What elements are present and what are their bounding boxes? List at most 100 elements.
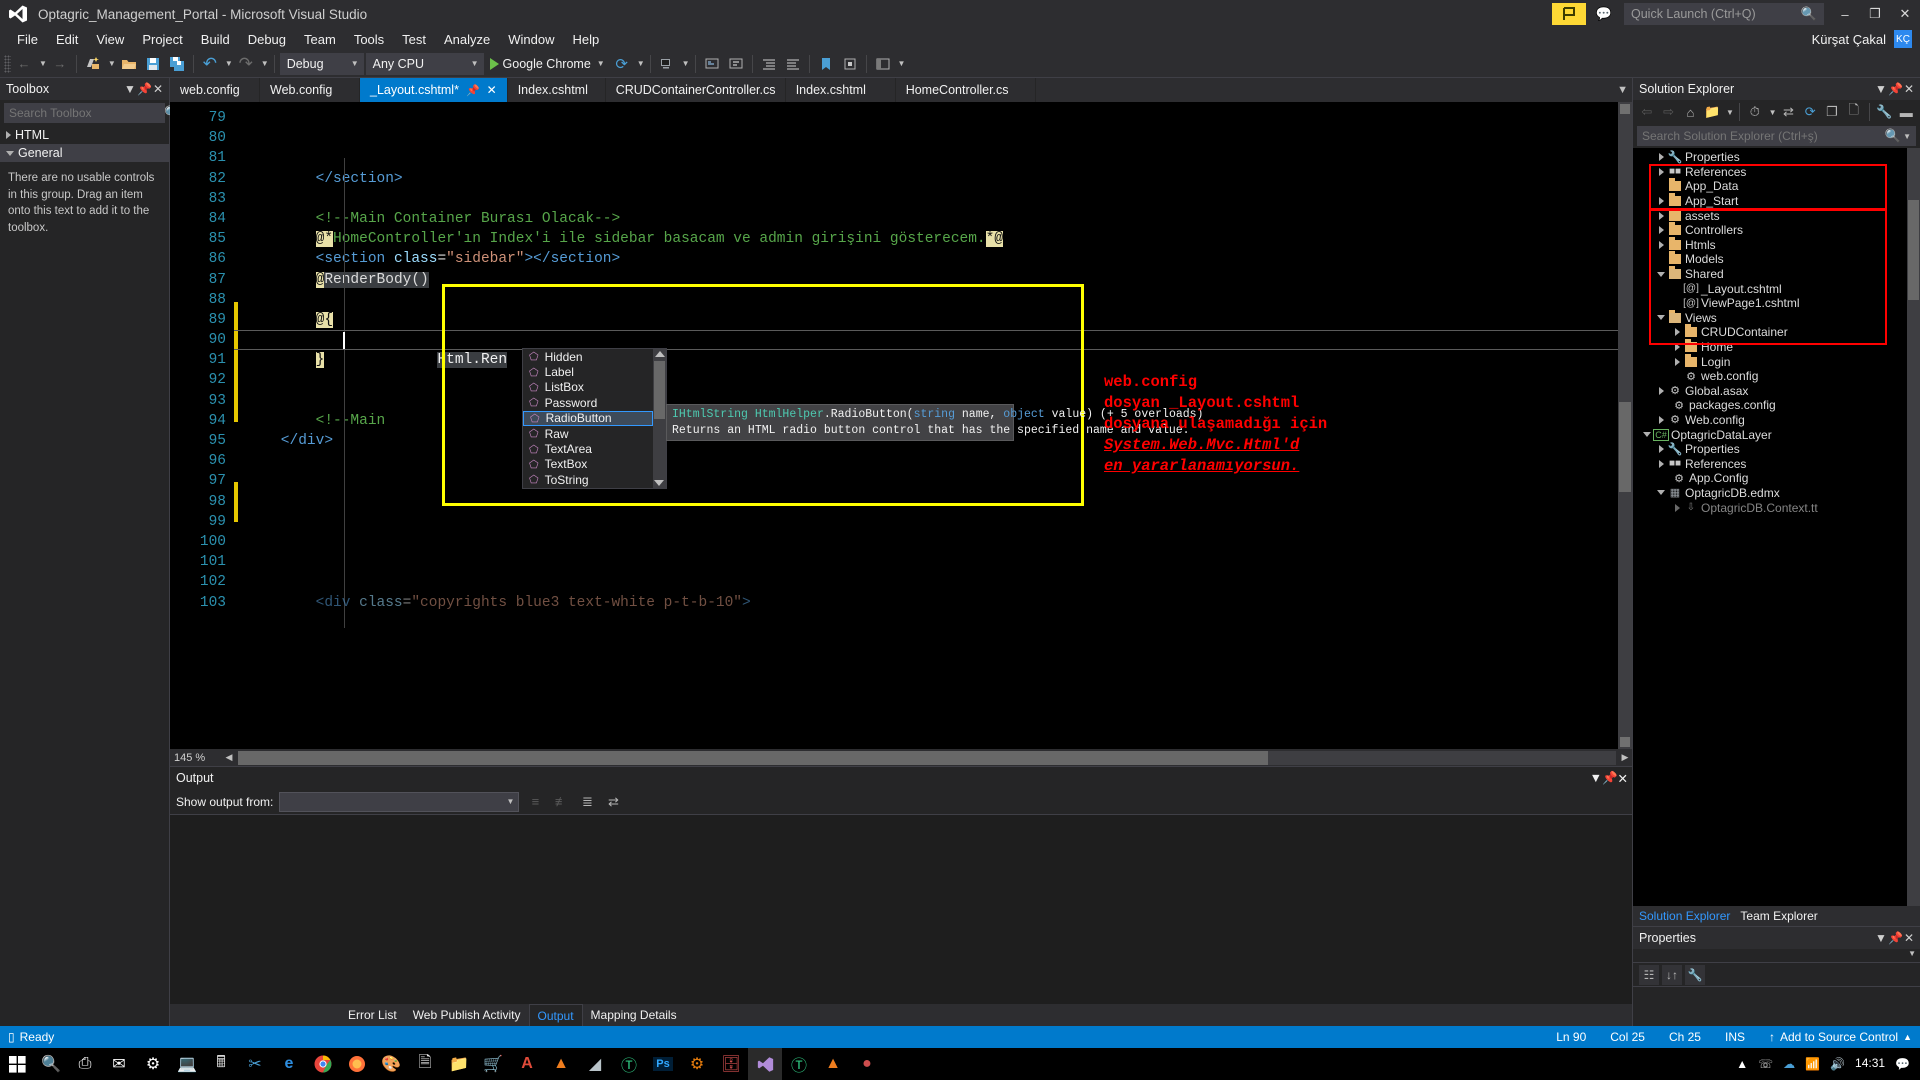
tree-item-controllers[interactable]: Controllers xyxy=(1633,222,1920,238)
scroll-down-arrow-icon[interactable] xyxy=(654,479,664,486)
categorized-view-button[interactable]: ☷ xyxy=(1639,964,1659,985)
avatar[interactable]: KÇ xyxy=(1894,30,1912,48)
solution-explorer-search[interactable]: 🔍 ▼ xyxy=(1637,126,1916,146)
tree-item-optagricdb-edmx[interactable]: ▦ OptagricDB.edmx xyxy=(1633,486,1920,501)
output-tab-mapping-details[interactable]: Mapping Details xyxy=(583,1006,685,1024)
close-icon[interactable]: ✕ xyxy=(487,83,497,97)
tree-item-assets[interactable]: assets xyxy=(1633,207,1920,223)
undo-chevron-icon[interactable]: ▼ xyxy=(225,59,233,68)
show-all-files-icon[interactable]: 🗋 xyxy=(1844,102,1864,122)
pin-icon[interactable]: 📌 xyxy=(137,82,152,96)
zoom-level[interactable]: 145 % xyxy=(170,752,222,764)
toolwindows-chevron-icon[interactable]: ▼ xyxy=(898,59,906,68)
tree-item-app-config[interactable]: ⚙ App.Config xyxy=(1633,471,1920,486)
solution-explorer-scrollbar[interactable] xyxy=(1907,148,1920,906)
tab-home-controller[interactable]: HomeController.cs xyxy=(896,78,1036,102)
tree-item-app-data[interactable]: App_Data xyxy=(1633,178,1920,194)
recorder-icon[interactable]: ● xyxy=(850,1048,884,1080)
feedback-icon[interactable]: 💬 xyxy=(1592,3,1616,25)
tree-item-layout-cshtml[interactable]: [@] _Layout.cshtml xyxy=(1633,281,1920,296)
intellisense-item-tostring[interactable]: ⬠ ToString xyxy=(523,472,653,487)
output-tab-error-list[interactable]: Error List xyxy=(340,1006,405,1024)
home-icon[interactable]: ⌂ xyxy=(1681,102,1701,122)
navigate-back-button[interactable]: ← xyxy=(13,52,35,76)
store-icon[interactable]: 🛒 xyxy=(476,1048,510,1080)
menu-analyze[interactable]: Analyze xyxy=(435,30,499,49)
search-icon[interactable]: 🔍 xyxy=(1885,128,1901,144)
toolbox-node-general[interactable]: General xyxy=(0,144,169,162)
tree-item-optagricdatalayer[interactable]: C# OptagricDataLayer xyxy=(1633,427,1920,442)
dbtool-icon[interactable]: 🗄 xyxy=(714,1048,748,1080)
uncomment-button[interactable] xyxy=(725,52,747,76)
tree-item-models[interactable]: Models xyxy=(1633,251,1920,267)
intellisense-item-raw[interactable]: ⬠ Raw xyxy=(523,426,653,441)
close-button[interactable]: ✕ xyxy=(1890,0,1920,28)
redo-chevron-icon[interactable]: ▼ xyxy=(261,59,269,68)
chevron-right-icon[interactable] xyxy=(1671,503,1683,512)
tree-item-global-asax[interactable]: ⚙ Global.asax xyxy=(1633,384,1920,399)
chevron-right-icon[interactable] xyxy=(1655,226,1667,235)
search-input[interactable] xyxy=(1642,129,1885,143)
menu-help[interactable]: Help xyxy=(564,30,609,49)
tree-item-properties[interactable]: 🔧 Properties xyxy=(1633,150,1920,165)
notifications-icon[interactable]: 💬 xyxy=(1895,1057,1910,1071)
output-text-area[interactable] xyxy=(170,815,1632,1004)
add-to-source-control-button[interactable]: ↑ Add to Source Control ▲ xyxy=(1769,1030,1912,1044)
menu-edit[interactable]: Edit xyxy=(47,30,87,49)
chevron-down-icon[interactable]: ▼ xyxy=(1908,949,1916,958)
toolwindows-button[interactable] xyxy=(872,52,894,76)
intellisense-item-textarea[interactable]: ⬠ TextArea xyxy=(523,441,653,456)
tree-item-dl-properties[interactable]: 🔧 Properties xyxy=(1633,442,1920,457)
chevron-down-icon[interactable]: ▼ xyxy=(1903,132,1911,141)
tab-web-config-lower[interactable]: web.config xyxy=(170,78,260,102)
properties-object-select[interactable]: ▼ xyxy=(1633,949,1920,963)
menu-project[interactable]: Project xyxy=(133,30,191,49)
comment-button[interactable] xyxy=(701,52,723,76)
minimize-button[interactable]: – xyxy=(1830,0,1860,28)
alphabetical-view-button[interactable]: ↓↑ xyxy=(1662,964,1682,985)
vlc2-icon[interactable]: ▲ xyxy=(816,1048,850,1080)
solution-explorer-tree[interactable]: 🔧 Properties ■■ References App_Data App_… xyxy=(1633,148,1920,906)
preview-icon[interactable]: ▬ xyxy=(1896,102,1916,122)
scrollbar-thumb[interactable] xyxy=(1908,200,1919,300)
network-icon[interactable]: 📶 xyxy=(1805,1057,1820,1071)
menu-debug[interactable]: Debug xyxy=(239,30,295,49)
tree-item-shared[interactable]: Shared xyxy=(1633,266,1920,282)
chevron-right-icon[interactable] xyxy=(1671,328,1683,337)
toolbox-node-html[interactable]: HTML xyxy=(0,126,169,144)
scroll-down-arrow-icon[interactable] xyxy=(1620,737,1630,747)
property-pages-button[interactable]: 🔧 xyxy=(1685,964,1705,985)
chevron-down-icon[interactable]: ▼ xyxy=(1726,108,1734,117)
chevron-down-icon[interactable]: ▼ xyxy=(1769,108,1777,117)
save-button[interactable] xyxy=(142,52,164,76)
indent-button[interactable] xyxy=(758,52,780,76)
tree-item-dl-references[interactable]: ■■ References xyxy=(1633,456,1920,471)
close-icon[interactable]: ✕ xyxy=(1618,771,1628,786)
tree-item-packages-config[interactable]: ⚙ packages.config xyxy=(1633,398,1920,413)
calculator-icon[interactable]: 🖩 xyxy=(204,1048,238,1080)
tab-web-config-upper[interactable]: Web.config xyxy=(260,78,360,102)
pin-icon[interactable]: 📌 xyxy=(1888,931,1903,945)
intellisense-item-label[interactable]: ⬠ Label xyxy=(523,364,653,379)
scrollbar-thumb[interactable] xyxy=(1619,402,1631,492)
editor-vertical-scrollbar[interactable] xyxy=(1618,102,1632,749)
new-item-chevron-icon[interactable]: ▼ xyxy=(108,59,116,68)
chevron-down-icon[interactable]: ▼ xyxy=(597,59,605,68)
chevron-down-icon[interactable] xyxy=(1655,271,1667,277)
tree-item-optagricdb-context-tt[interactable]: ⇩ OptagricDB.Context.tt xyxy=(1633,500,1920,515)
intellisense-popup[interactable]: ⬠ Hidden ⬠ Label ⬠ ListBox ⬠ Password ⬠ … xyxy=(522,348,667,489)
unity-icon[interactable]: Ⓣ xyxy=(612,1048,646,1080)
output-tab-web-publish-activity[interactable]: Web Publish Activity xyxy=(405,1006,529,1024)
green-app-icon[interactable]: Ⓣ xyxy=(782,1048,816,1080)
chevron-right-icon[interactable] xyxy=(1655,167,1667,176)
scroll-up-arrow-icon[interactable] xyxy=(1620,104,1630,114)
menu-team[interactable]: Team xyxy=(295,30,345,49)
quick-launch-input[interactable]: Quick Launch (Ctrl+Q) 🔍 xyxy=(1624,3,1824,25)
paint-icon[interactable]: 🎨 xyxy=(374,1048,408,1080)
maximize-button[interactable]: ❐ xyxy=(1860,0,1890,28)
toolbar-grip[interactable] xyxy=(4,54,11,73)
save-all-button[interactable] xyxy=(166,52,188,76)
intellisense-item-hidden[interactable]: ⬠ Hidden xyxy=(523,349,653,364)
redo-button[interactable]: ↷ xyxy=(235,52,257,76)
intellisense-item-password[interactable]: ⬠ Password xyxy=(523,395,653,410)
